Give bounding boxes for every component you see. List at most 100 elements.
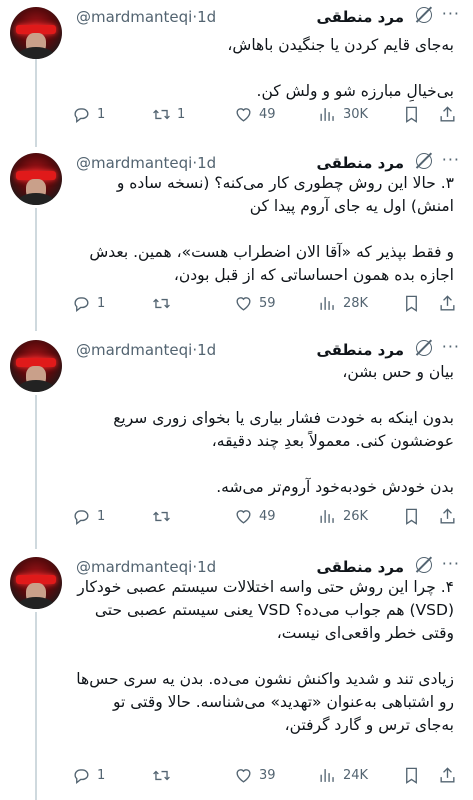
views-button[interactable]: 26K	[318, 505, 368, 527]
reply-icon	[74, 296, 89, 312]
repost-button[interactable]	[152, 505, 177, 527]
bookmark-button[interactable]	[402, 505, 421, 527]
action-bar: 1 59 28K	[72, 292, 462, 314]
tweet-paragraph: ۴. چرا این روش حتی واسه اختلالات سیستم ع…	[77, 578, 454, 642]
repost-button[interactable]	[152, 292, 177, 314]
grok-icon[interactable]	[416, 7, 432, 23]
bookmark-button[interactable]	[402, 292, 421, 314]
repost-button[interactable]	[152, 764, 177, 786]
reply-icon	[74, 509, 89, 525]
like-count: 49	[259, 508, 276, 524]
more-dots-icon[interactable]: ···	[442, 337, 460, 356]
like-count: 59	[259, 295, 276, 311]
tweet-meta: @mardmanteqi·1d	[76, 558, 217, 576]
timestamp[interactable]: 1d	[197, 558, 216, 576]
repost-count: 1	[177, 106, 186, 122]
reply-button[interactable]: 1	[72, 764, 105, 786]
tweet-paragraph: زیادی تند و شدید واکنش نشون می‌ده. بدن ی…	[76, 670, 454, 734]
avatar[interactable]	[10, 153, 62, 205]
bookmark-button[interactable]	[402, 103, 421, 125]
heart-icon	[236, 107, 251, 122]
reply-count: 1	[97, 106, 106, 122]
display-name[interactable]: مرد منطقی	[316, 558, 404, 576]
reply-count: 1	[97, 508, 106, 524]
reply-button[interactable]: 1	[72, 292, 105, 314]
more-dots-icon[interactable]: ···	[442, 554, 460, 573]
tweet[interactable]: @mardmanteqi·1d مرد منطقی ··· به‌جای قای…	[0, 0, 473, 140]
views-button[interactable]: 30K	[318, 103, 368, 125]
reply-count: 1	[97, 295, 106, 311]
reply-button[interactable]: 1	[72, 505, 105, 527]
views-button[interactable]: 28K	[318, 292, 368, 314]
tweet-header: @mardmanteqi·1d مرد منطقی ···	[76, 337, 466, 361]
share-button[interactable]	[438, 764, 457, 786]
display-name[interactable]: مرد منطقی	[316, 154, 404, 172]
view-count: 30K	[343, 106, 369, 122]
share-button[interactable]	[438, 505, 457, 527]
tweet-paragraph: به‌جای قایم کردن یا جنگیدن باهاش،	[227, 36, 454, 54]
timestamp[interactable]: 1d	[197, 8, 216, 26]
tweet[interactable]: @mardmanteqi·1d مرد منطقی ··· بیان و حس …	[0, 333, 473, 543]
tweet-text: بیان و حس بشن، بدون اینکه به خودت فشار ب…	[76, 361, 454, 499]
view-count: 26K	[343, 508, 369, 524]
timestamp[interactable]: 1d	[197, 154, 216, 172]
like-count: 39	[259, 767, 276, 783]
tweet-paragraph: بدون اینکه به خودت فشار بیاری یا بخوای ز…	[113, 409, 454, 450]
heart-icon	[236, 296, 251, 311]
avatar[interactable]	[10, 557, 62, 609]
bookmark-icon	[406, 767, 417, 784]
like-button[interactable]: 49	[234, 505, 276, 527]
action-bar: 1 49 26K	[72, 505, 462, 527]
share-icon	[440, 294, 455, 311]
views-icon	[320, 509, 334, 523]
more-dots-icon[interactable]: ···	[442, 4, 460, 23]
action-bar: 1 39 24K	[72, 764, 462, 786]
more-dots-icon[interactable]: ···	[442, 150, 460, 169]
tweet-text: ۳. حالا این روش چطوری کار می‌کنه؟ (نسخه …	[76, 172, 454, 287]
timestamp[interactable]: 1d	[197, 341, 216, 359]
tweet-paragraph: بیان و حس بشن،	[342, 363, 454, 381]
views-button[interactable]: 24K	[318, 764, 368, 786]
share-icon	[440, 766, 455, 783]
repost-icon	[153, 298, 170, 308]
tweet-header: @mardmanteqi·1d مرد منطقی ···	[76, 4, 466, 28]
reply-icon	[74, 107, 89, 123]
handle[interactable]: @mardmanteqi	[76, 8, 192, 26]
avatar[interactable]	[10, 7, 62, 59]
display-name[interactable]: مرد منطقی	[316, 8, 404, 26]
grok-icon[interactable]	[416, 557, 432, 573]
views-icon	[320, 768, 334, 782]
tweet-meta: @mardmanteqi·1d	[76, 8, 217, 26]
bookmark-icon	[406, 295, 417, 312]
grok-icon[interactable]	[416, 340, 432, 356]
handle[interactable]: @mardmanteqi	[76, 341, 192, 359]
tweet-meta: @mardmanteqi·1d	[76, 341, 217, 359]
like-button[interactable]: 49	[234, 103, 276, 125]
share-button[interactable]	[438, 103, 457, 125]
tweet[interactable]: @mardmanteqi·1d مرد منطقی ··· ۳. حالا ای…	[0, 146, 473, 326]
reply-count: 1	[97, 767, 106, 783]
like-button[interactable]: 39	[234, 764, 276, 786]
heart-icon	[236, 509, 251, 524]
grok-icon[interactable]	[416, 153, 432, 169]
tweet-text: ۴. چرا این روش حتی واسه اختلالات سیستم ع…	[76, 576, 454, 737]
heart-icon	[236, 768, 251, 783]
share-button[interactable]	[438, 292, 457, 314]
reply-icon	[74, 768, 89, 784]
like-button[interactable]: 59	[234, 292, 276, 314]
handle[interactable]: @mardmanteqi	[76, 154, 192, 172]
tweet[interactable]: @mardmanteqi·1d مرد منطقی ··· ۴. چرا این…	[0, 550, 473, 800]
reply-button[interactable]: 1	[72, 103, 105, 125]
handle[interactable]: @mardmanteqi	[76, 558, 192, 576]
tweet-text: به‌جای قایم کردن یا جنگیدن باهاش، بی‌خیا…	[76, 34, 454, 103]
tweet-paragraph: ۳. حالا این روش چطوری کار می‌کنه؟ (نسخه …	[116, 174, 454, 215]
bookmark-icon	[406, 106, 417, 123]
display-name[interactable]: مرد منطقی	[316, 341, 404, 359]
avatar[interactable]	[10, 340, 62, 392]
bookmark-button[interactable]	[402, 764, 421, 786]
repost-button[interactable]: 1	[152, 103, 185, 125]
bookmark-icon	[406, 508, 417, 525]
share-icon	[440, 105, 455, 122]
tweet-header: @mardmanteqi·1d مرد منطقی ···	[76, 554, 466, 578]
repost-icon	[153, 511, 170, 521]
